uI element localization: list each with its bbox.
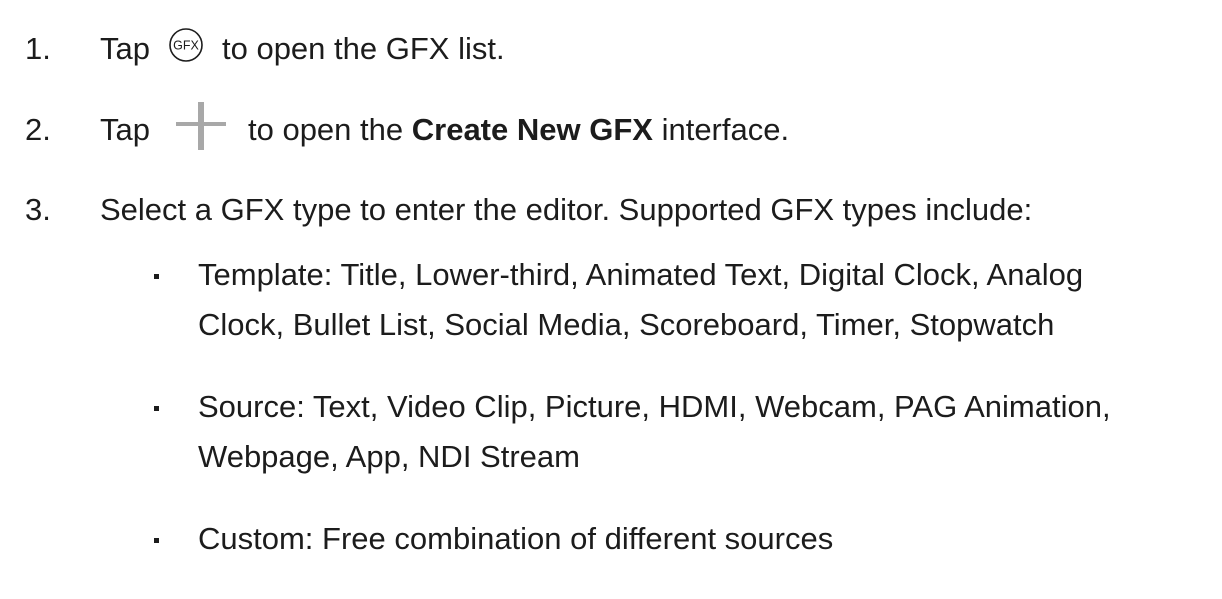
create-new-gfx-label: Create New GFX [411, 112, 653, 147]
gfx-icon-label: GFX [173, 38, 199, 52]
bullet-line-2: Webpage, App, NDI Stream [198, 439, 580, 474]
step-text: Select a GFX type to enter the editor. S… [100, 192, 1033, 227]
step-2: 2. Tap to open the Create New GFX interfa… [0, 101, 1222, 158]
step-text-post-a: to open the [247, 112, 404, 147]
step-text: Tap GFX to open the GFX list. [100, 21, 505, 77]
step-text-post: to open the GFX list. [221, 31, 505, 66]
gfx-icon: GFX [168, 25, 204, 62]
bullet-marker [154, 406, 159, 411]
step-3: 3. Select a GFX type to enter the editor… [0, 182, 1222, 238]
bullet-marker [154, 274, 159, 279]
plus-icon [175, 101, 226, 150]
step-number: 2. [25, 112, 51, 147]
bullet-line-1: Custom: Free combination of different so… [198, 521, 834, 556]
step-1: 1. Tap GFX to open the GFX list. [0, 21, 1222, 77]
step-text-pre: Tap [100, 112, 150, 147]
step-number: 1. [25, 31, 51, 66]
bullet-marker [154, 538, 159, 543]
step-text-pre: Tap [100, 31, 150, 66]
bullet-line-1: Source: Text, Video Clip, Picture, HDMI,… [198, 389, 1111, 424]
step-text-post-b: interface. [661, 112, 790, 147]
step-text: Tap to open the Create New GFX interface. [100, 101, 790, 158]
step-number: 3. [25, 192, 51, 227]
bullet-line-1: Template: Title, Lower-third, Animated T… [198, 257, 1084, 292]
bullet-line-2: Clock, Bullet List, Social Media, Scoreb… [198, 307, 1055, 342]
